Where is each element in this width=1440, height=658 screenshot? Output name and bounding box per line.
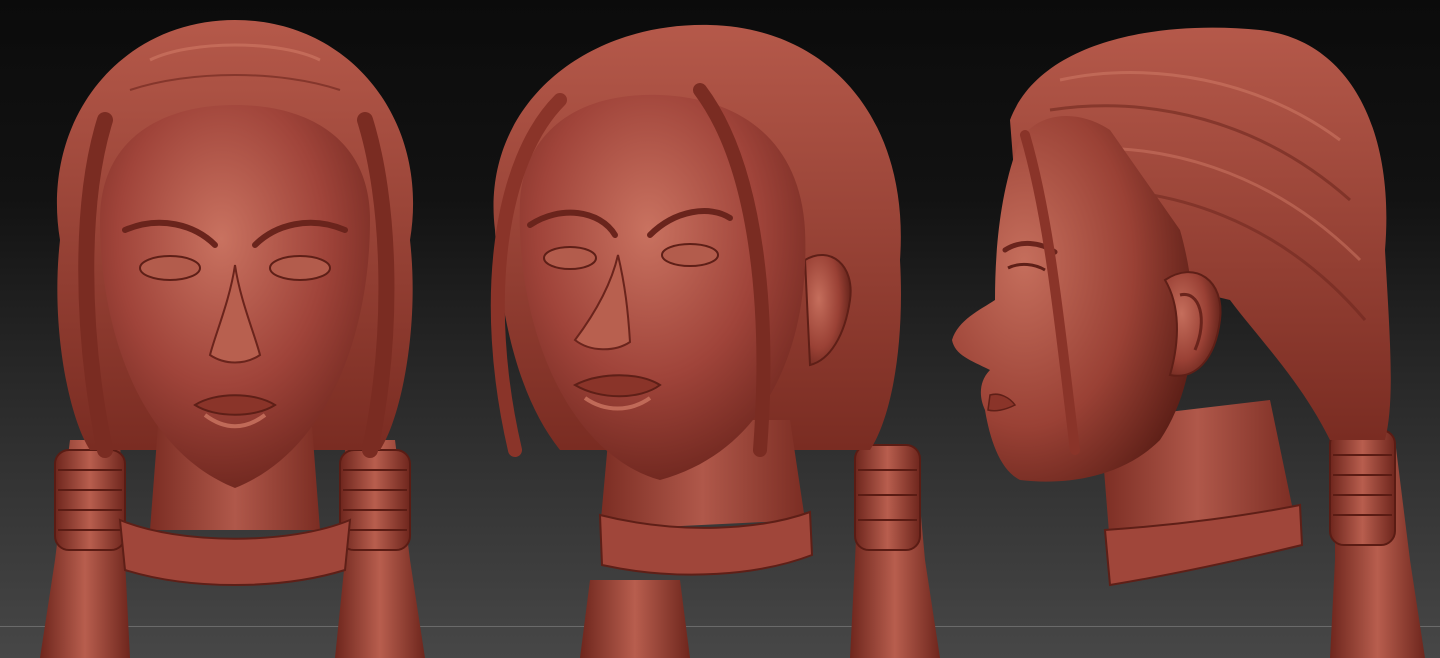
sculpt-viewport	[0, 0, 1440, 658]
braid-right	[335, 440, 425, 658]
braid-left	[40, 440, 130, 658]
sculpt-render	[40, 20, 1425, 658]
head-profile-view	[952, 27, 1425, 658]
head-front-view	[40, 20, 425, 658]
braid-profile	[1329, 429, 1425, 658]
braid-back	[850, 444, 940, 658]
head-three-quarter-view	[490, 24, 940, 658]
